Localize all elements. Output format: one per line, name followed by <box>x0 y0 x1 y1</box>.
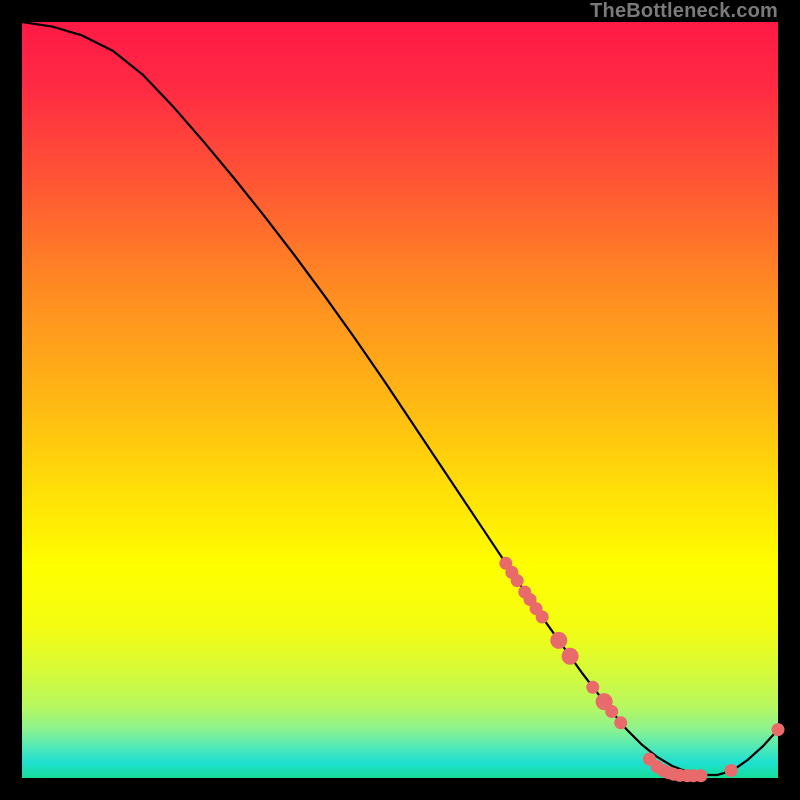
bottleneck-curve <box>22 22 778 775</box>
watermark-text: TheBottleneck.com <box>590 0 778 23</box>
data-marker <box>694 769 707 782</box>
data-marker <box>536 610 549 623</box>
chart-overlay <box>0 0 800 800</box>
data-marker <box>586 681 599 694</box>
data-marker <box>725 764 738 777</box>
data-marker <box>562 648 579 665</box>
data-marker <box>614 716 627 729</box>
data-markers <box>499 557 784 782</box>
data-marker <box>605 705 618 718</box>
data-marker <box>772 723 785 736</box>
data-marker <box>550 632 567 649</box>
data-marker <box>511 574 524 587</box>
chart-stage: TheBottleneck.com <box>0 0 800 800</box>
